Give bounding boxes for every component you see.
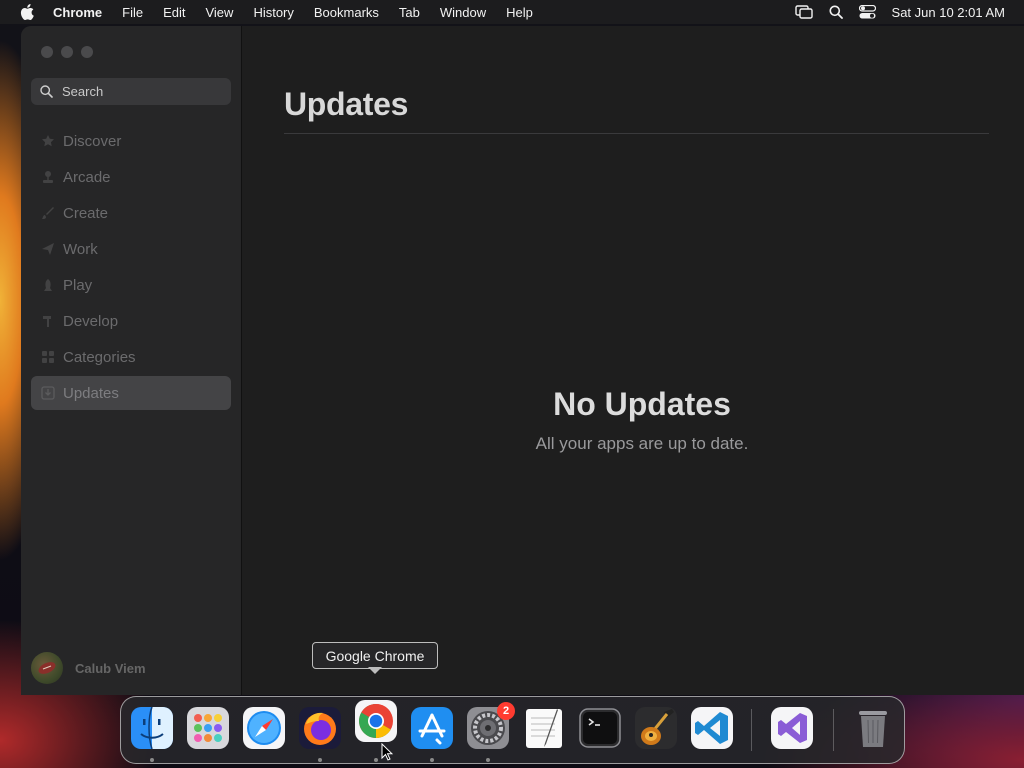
running-indicator [486, 758, 490, 762]
sidebar-item-label: Work [63, 240, 98, 258]
empty-state-subtitle: All your apps are up to date. [535, 434, 749, 453]
control-center-icon[interactable] [858, 5, 876, 19]
app-store-window: Discover Arcade Create Work Play Develop [21, 26, 1024, 695]
download-icon [39, 384, 57, 402]
menu-help[interactable]: Help [506, 5, 533, 20]
menu-view[interactable]: View [205, 5, 233, 20]
menu-history[interactable]: History [253, 5, 293, 20]
sidebar-item-label: Create [63, 204, 109, 222]
sidebar-nav: Discover Arcade Create Work Play Develop [31, 124, 231, 412]
dock-safari-icon[interactable] [242, 706, 286, 750]
joystick-icon [39, 168, 57, 186]
search-field[interactable] [31, 78, 231, 105]
menu-window[interactable]: Window [440, 5, 486, 20]
dock-chrome-icon[interactable] [354, 699, 398, 743]
page-title: Updates [284, 86, 409, 122]
dock-finder-icon[interactable] [130, 706, 174, 750]
star-icon [39, 132, 57, 150]
search-icon [40, 85, 53, 98]
sidebar-item-label: Categories [63, 348, 136, 366]
hammer-icon [39, 312, 57, 330]
dock-terminal-icon[interactable] [578, 706, 622, 750]
dock-trash-icon[interactable] [851, 706, 895, 750]
menu-bookmarks[interactable]: Bookmarks [314, 5, 379, 20]
paperplane-icon [39, 240, 57, 258]
rocket-icon [39, 276, 57, 294]
empty-state-title: No Updates [553, 386, 731, 422]
running-indicator [150, 758, 154, 762]
sidebar-item-create[interactable]: Create [31, 196, 231, 230]
main-content: Updates No Updates All your apps are up … [242, 26, 1024, 695]
menu-bar: Chrome File Edit View History Bookmarks … [0, 0, 1024, 24]
dock-app-store-icon[interactable] [410, 706, 454, 750]
sidebar-item-label: Discover [63, 132, 122, 150]
dock-visual-studio-icon[interactable] [770, 706, 814, 750]
screen-mirroring-icon[interactable] [794, 5, 813, 19]
sidebar-item-develop[interactable]: Develop [31, 304, 231, 338]
grid-icon [39, 348, 57, 366]
dock-textedit-icon[interactable] [522, 706, 566, 750]
avatar [31, 652, 63, 684]
dock-separator [751, 709, 752, 751]
dock-launchpad-icon[interactable] [186, 706, 230, 750]
tooltip-pointer [368, 667, 382, 674]
menu-edit[interactable]: Edit [163, 5, 185, 20]
menu-bar-clock[interactable]: Sat Jun 10 2:01 AM [892, 5, 1005, 20]
sidebar-item-work[interactable]: Work [31, 232, 231, 266]
dock-tooltip: Google Chrome [312, 642, 438, 669]
dock-vscode-icon[interactable] [690, 706, 734, 750]
zoom-window-button[interactable] [81, 46, 93, 58]
search-input[interactable] [62, 84, 212, 99]
window-controls [41, 46, 101, 58]
title-divider [284, 133, 989, 134]
menu-app-name[interactable]: Chrome [53, 5, 102, 20]
dock-separator [833, 709, 834, 751]
account-button[interactable]: Calub Viem [31, 652, 146, 684]
sidebar-item-arcade[interactable]: Arcade [31, 160, 231, 194]
user-name: Calub Viem [75, 660, 146, 676]
sidebar-item-label: Develop [63, 312, 119, 330]
sidebar-item-play[interactable]: Play [31, 268, 231, 302]
paintbrush-icon [39, 204, 57, 222]
mouse-cursor-icon [381, 742, 394, 766]
notification-badge: 2 [497, 702, 515, 720]
sidebar-item-label: Updates [63, 384, 119, 402]
sidebar: Discover Arcade Create Work Play Develop [21, 26, 242, 695]
sidebar-item-label: Arcade [63, 168, 111, 186]
sidebar-item-categories[interactable]: Categories [31, 340, 231, 374]
dock-firefox-icon[interactable] [298, 706, 342, 750]
running-indicator [318, 758, 322, 762]
menu-tab[interactable]: Tab [399, 5, 420, 20]
sidebar-item-discover[interactable]: Discover [31, 124, 231, 158]
menu-file[interactable]: File [122, 5, 143, 20]
spotlight-search-icon[interactable] [829, 5, 843, 19]
minimize-window-button[interactable] [61, 46, 73, 58]
sidebar-item-label: Play [63, 276, 93, 294]
dock-garageband-icon[interactable] [634, 706, 678, 750]
close-window-button[interactable] [41, 46, 53, 58]
running-indicator [430, 758, 434, 762]
sidebar-item-updates[interactable]: Updates [31, 376, 231, 410]
running-indicator [374, 758, 378, 762]
apple-menu-icon[interactable] [20, 4, 34, 20]
